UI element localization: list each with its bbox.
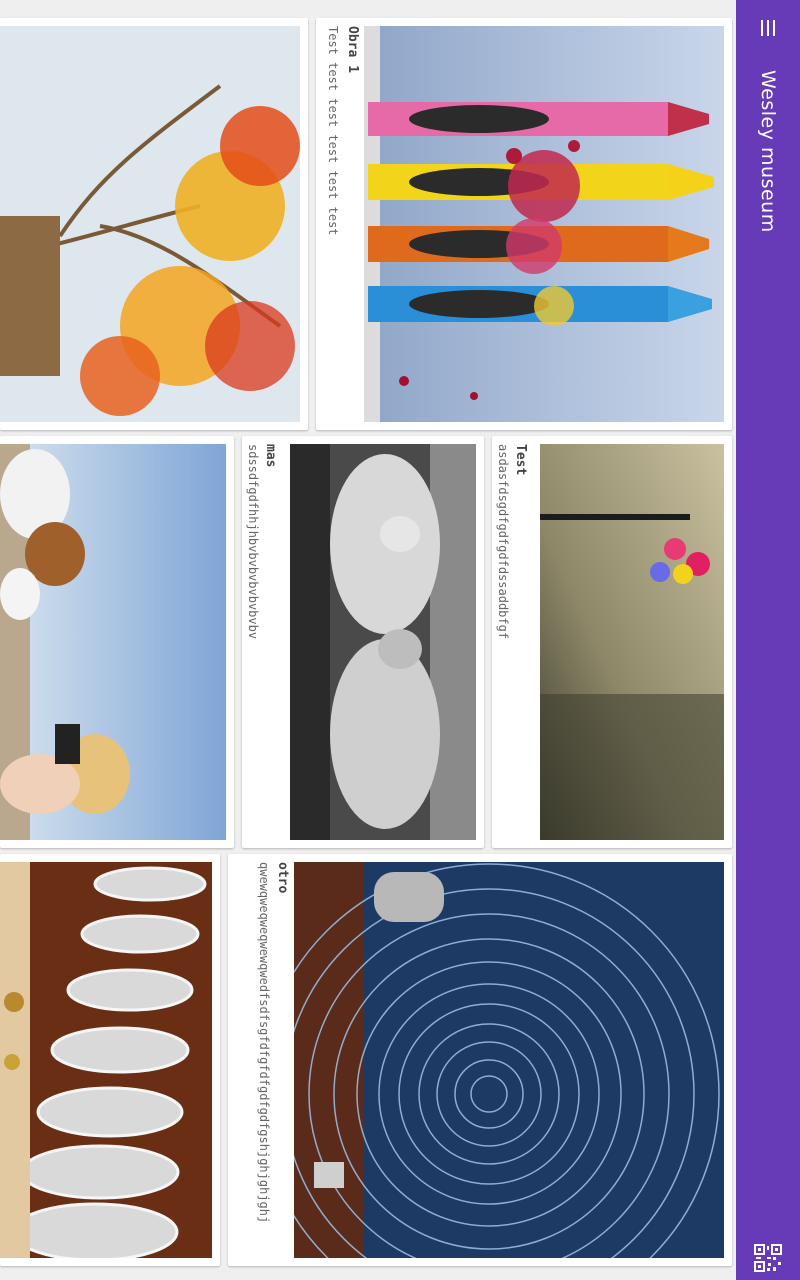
card-title: Test (513, 444, 528, 476)
artwork-card[interactable]: mas sdssdfgdfhhjhbvbvbvbvbvbvbv (242, 436, 484, 848)
card-description: Test test test test test test (326, 26, 340, 236)
artwork-card[interactable]: otro qwewqweqweqwewqwedfsdfsgfdfgfdfgdfg… (228, 854, 732, 1266)
artwork-image (294, 862, 724, 1258)
card-description: qwewqweqweqwewqwedfsdfsgfdfgfdfgdfgdfgsh… (257, 862, 271, 1224)
artwork-card[interactable] (0, 436, 234, 848)
artwork-image (0, 862, 212, 1258)
qr-code-icon (754, 1244, 782, 1272)
card-title: otro (275, 862, 290, 894)
artwork-image (0, 444, 226, 840)
artwork-image (0, 26, 300, 422)
card-text: otro qwewqweqweqwewqwedfsdfsgfdfgfdfgdfg… (228, 854, 294, 1266)
app-title: Wesley museum (757, 70, 779, 233)
app-bar: Wesley museum (736, 0, 800, 1280)
card-description: asdasfdsgdfgdfgdfdssaddbfgf (496, 444, 510, 640)
hamburger-menu-icon (761, 20, 775, 36)
artwork-image (364, 26, 724, 422)
card-title: mas (263, 444, 278, 468)
card-text: mas sdssdfgdfhhjhbvbvbvbvbvbvbv (242, 436, 292, 848)
artwork-card[interactable]: Obra 1 Test test test test test test (316, 18, 732, 430)
card-text: Obra 1 Test test test test test test (316, 18, 366, 430)
menu-button[interactable] (746, 10, 790, 46)
artwork-image (540, 444, 724, 840)
card-title: Obra 1 (345, 26, 360, 73)
card-text: Test asdasfdsgdfgdfgdfdssaddbfgf (492, 436, 542, 848)
artwork-card[interactable] (0, 854, 220, 1266)
artwork-image (290, 444, 476, 840)
card-description: sdssdfgdfhhjhbvbvbvbvbvbvbv (246, 444, 260, 640)
artwork-card[interactable] (0, 18, 308, 430)
artwork-card[interactable]: Test asdasfdsgdfgdfgdfdssaddbfgf (492, 436, 732, 848)
qr-scan-button[interactable] (754, 1244, 782, 1272)
